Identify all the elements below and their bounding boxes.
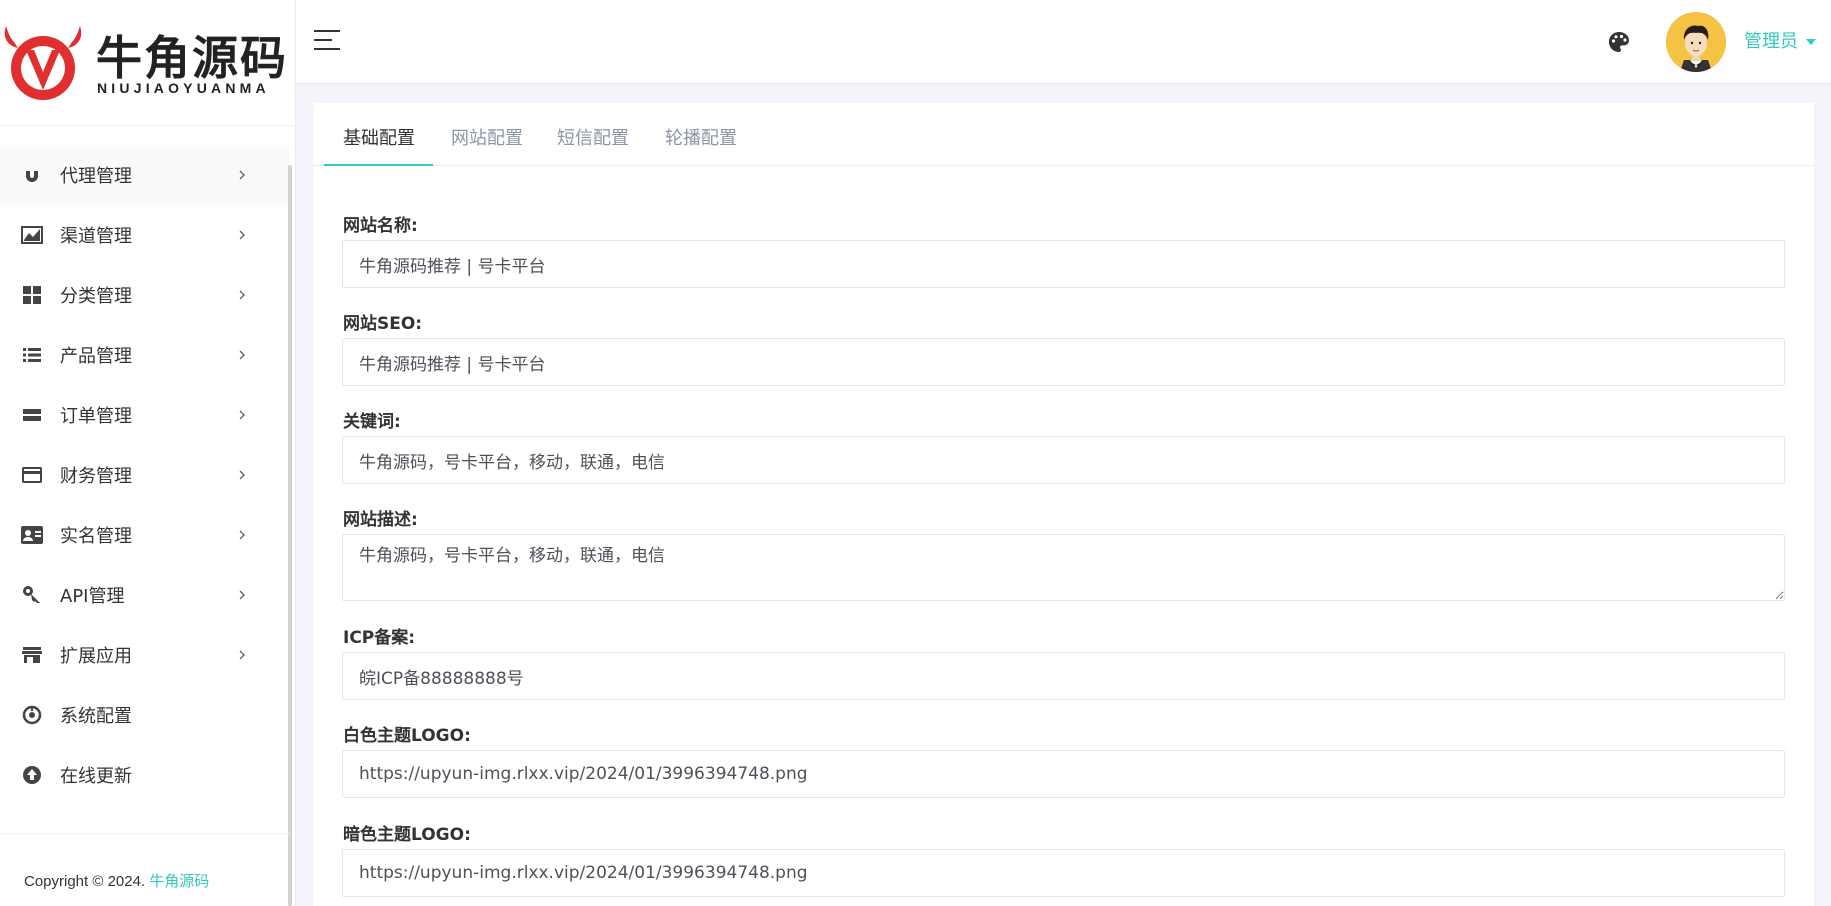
- chevron-right-icon: [232, 465, 252, 485]
- sidebar-item-label: 产品管理: [60, 346, 132, 367]
- icp-label: ICP备案:: [343, 628, 416, 648]
- sidebar-item-label: 在线更新: [60, 766, 132, 787]
- description-label: 网站描述:: [343, 510, 418, 530]
- logo-dark-input[interactable]: [342, 849, 1785, 897]
- copyright: Copyright © 2024. 牛角源码: [24, 870, 209, 891]
- caret-down-icon: [1806, 39, 1816, 45]
- list-icon: [21, 344, 43, 366]
- sidebar-item-product[interactable]: 产品管理: [0, 325, 290, 385]
- chevron-right-icon: [232, 645, 252, 665]
- sidebar-item-label: 扩展应用: [60, 646, 132, 667]
- keywords-label: 关键词:: [343, 412, 401, 432]
- logo-light-label: 白色主题LOGO:: [343, 726, 471, 746]
- order-icon: [21, 404, 43, 426]
- sidebar-item-system-config[interactable]: 系统配置: [0, 685, 290, 745]
- user-name: 管理员: [1744, 31, 1798, 52]
- sidebar-item-finance[interactable]: 财务管理: [0, 445, 290, 505]
- sidebar: 牛角源码 NIUJIAOYUANMA 代理管理 渠道管理 分类管理 产品管理 订…: [0, 0, 296, 906]
- chevron-right-icon: [232, 405, 252, 425]
- copyright-brand-link[interactable]: 牛角源码: [149, 873, 209, 890]
- user-menu[interactable]: 管理员: [1744, 27, 1816, 53]
- logo[interactable]: 牛角源码 NIUJIAOYUANMA: [0, 0, 295, 126]
- magnet-icon: [21, 164, 43, 186]
- sidebar-item-label: 分类管理: [60, 286, 132, 307]
- sidebar-item-label: 代理管理: [60, 166, 132, 187]
- card-icon: [21, 464, 43, 486]
- settings-card: 基础配置 网站配置 短信配置 轮播配置 网站名称: 网站SEO: 关键词: 网站…: [313, 103, 1814, 906]
- tab-basic-config[interactable]: 基础配置: [343, 124, 415, 166]
- site-seo-input[interactable]: [342, 338, 1785, 386]
- avatar-person-icon: [1666, 12, 1726, 72]
- sidebar-item-channel[interactable]: 渠道管理: [0, 205, 290, 265]
- bull-logo-icon: [4, 26, 82, 100]
- tab-site-config[interactable]: 网站配置: [451, 124, 523, 166]
- settings-tabs: 基础配置 网站配置 短信配置 轮播配置: [313, 103, 1814, 166]
- top-header: 管理员: [296, 0, 1831, 84]
- logo-text-cn: 牛角源码: [96, 31, 288, 85]
- chevron-right-icon: [232, 345, 252, 365]
- chevron-right-icon: [232, 525, 252, 545]
- sidebar-item-api[interactable]: API管理: [0, 565, 290, 625]
- copyright-text: Copyright © 2024.: [24, 873, 146, 890]
- chart-icon: [21, 224, 43, 246]
- chevron-right-icon: [232, 585, 252, 605]
- sidebar-item-label: 财务管理: [60, 466, 132, 487]
- upload-icon: [21, 764, 43, 786]
- tab-carousel-config[interactable]: 轮播配置: [665, 124, 737, 166]
- sidebar-item-label: 渠道管理: [60, 226, 132, 247]
- tab-sms-config[interactable]: 短信配置: [557, 124, 629, 166]
- avatar[interactable]: [1666, 12, 1726, 72]
- active-tab-indicator: [324, 164, 433, 166]
- sidebar-menu: 代理管理 渠道管理 分类管理 产品管理 订单管理 财务管理 实名管理 API管理…: [0, 145, 290, 805]
- grid-icon: [21, 284, 43, 306]
- site-name-label: 网站名称:: [343, 216, 418, 236]
- sidebar-footer: Copyright © 2024. 牛角源码: [0, 833, 290, 906]
- site-name-input[interactable]: [342, 240, 1785, 288]
- description-textarea[interactable]: 牛角源码，号卡平台，移动，联通，电信: [342, 534, 1785, 601]
- sidebar-item-label: API管理: [60, 586, 125, 607]
- logo-light-input[interactable]: [342, 750, 1785, 798]
- sidebar-item-agent[interactable]: 代理管理: [0, 145, 290, 205]
- key-icon: [21, 584, 43, 606]
- chevron-right-icon: [232, 225, 252, 245]
- id-card-icon: [21, 524, 43, 546]
- sidebar-item-order[interactable]: 订单管理: [0, 385, 290, 445]
- sidebar-item-extension[interactable]: 扩展应用: [0, 625, 290, 685]
- icp-input[interactable]: [342, 652, 1785, 700]
- sidebar-item-category[interactable]: 分类管理: [0, 265, 290, 325]
- chevron-right-icon: [232, 165, 252, 185]
- sidebar-scrollbar[interactable]: [288, 165, 292, 906]
- sidebar-item-label: 订单管理: [60, 406, 132, 427]
- logo-text-en: NIUJIAOYUANMA: [97, 80, 270, 96]
- store-icon: [21, 644, 43, 666]
- settings-icon: [21, 704, 43, 726]
- sidebar-item-label: 系统配置: [60, 706, 132, 727]
- sidebar-item-label: 实名管理: [60, 526, 132, 547]
- menu-icon[interactable]: [314, 30, 340, 52]
- sidebar-item-realname[interactable]: 实名管理: [0, 505, 290, 565]
- sidebar-item-online-update[interactable]: 在线更新: [0, 745, 290, 805]
- site-seo-label: 网站SEO:: [343, 314, 423, 334]
- keywords-input[interactable]: [342, 436, 1785, 484]
- palette-icon[interactable]: [1607, 30, 1631, 54]
- logo-dark-label: 暗色主题LOGO:: [343, 825, 471, 845]
- chevron-right-icon: [232, 285, 252, 305]
